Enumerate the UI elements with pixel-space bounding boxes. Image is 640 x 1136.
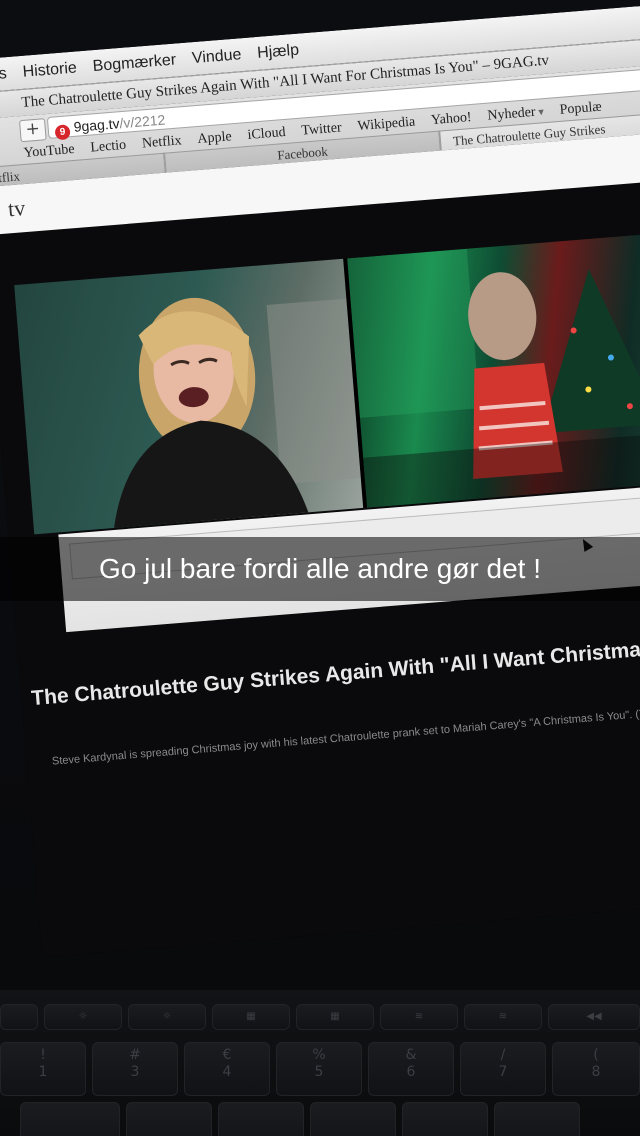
key-f2: ☼ [128,1004,206,1030]
key-8-upper: ( [593,1047,599,1063]
key-7-upper: / [500,1047,506,1063]
key-7: /7 [460,1042,546,1096]
key-f5: ≋ [380,1004,458,1030]
snap-caption-band: Go jul bare fordi alle andre gør det ! [0,537,640,601]
key-6-upper: & [405,1047,417,1063]
video-player[interactable] [14,230,640,535]
key-4-lower: 4 [222,1064,232,1080]
key-6-lower: 6 [406,1064,416,1080]
key-t [494,1102,580,1136]
add-bookmark-button[interactable]: + [18,118,47,143]
key-4: €4 [184,1042,270,1096]
key-w [218,1102,304,1136]
snap-caption-text: Go jul bare fordi alle andre gør det ! [98,553,541,584]
key-1-lower: 1 [38,1064,48,1080]
key-q [126,1102,212,1136]
menu-item-historie[interactable]: Historie [22,59,78,81]
laptop-screen: is Historie Bogmærker Vindue Hjælp The C… [0,2,640,958]
address-domain: 9gag.tv [73,115,121,135]
video-frame-left [14,258,364,535]
address-path: /v/2212 [118,111,166,132]
menu-item-is[interactable]: is [0,65,7,84]
key-f6: ≋ [464,1004,542,1030]
key-5-lower: 5 [314,1064,324,1080]
laptop-keyboard: ☼ ☼ ▦ ▦ ≋ ≋ ◀◀ ! 1 #3 €4 % 5 & 6 /7 (8 [0,990,640,1136]
menu-item-vindue[interactable]: Vindue [191,46,242,68]
key-3-lower: 3 [130,1064,140,1080]
key-1: ! 1 [0,1042,86,1096]
9gag-logo-icon: 9 [54,124,71,141]
menu-item-hjaelp[interactable]: Hjælp [257,41,300,62]
key-4-upper: € [222,1047,232,1063]
key-f7: ◀◀ [548,1004,640,1030]
key-3: #3 [92,1042,178,1096]
photo-scene: is Historie Bogmærker Vindue Hjælp The C… [0,0,640,1136]
key-6: & 6 [368,1042,454,1096]
video-frame-right [347,230,640,508]
key-r [402,1102,488,1136]
key-tab [20,1102,120,1136]
key-5: % 5 [276,1042,362,1096]
key-8-lower: 8 [591,1064,601,1080]
key-f4: ▦ [296,1004,374,1030]
key-f3: ▦ [212,1004,290,1030]
christmas-dancer-image [347,248,640,508]
key-8: (8 [552,1042,640,1096]
article-description: Steve Kardynal is spreading Christmas jo… [51,702,640,768]
key-3-upper: # [129,1047,141,1063]
article-title[interactable]: The Chatroulette Guy Strikes Again With … [20,628,640,714]
key-5-upper: % [312,1047,326,1063]
key-1-upper: ! [40,1047,46,1063]
key-f1: ☼ [44,1004,122,1030]
key-esc [0,1004,38,1030]
girl-singing-image [113,297,361,528]
menu-item-bogmaerker[interactable]: Bogmærker [92,51,177,76]
key-7-lower: 7 [498,1064,508,1080]
key-e [310,1102,396,1136]
